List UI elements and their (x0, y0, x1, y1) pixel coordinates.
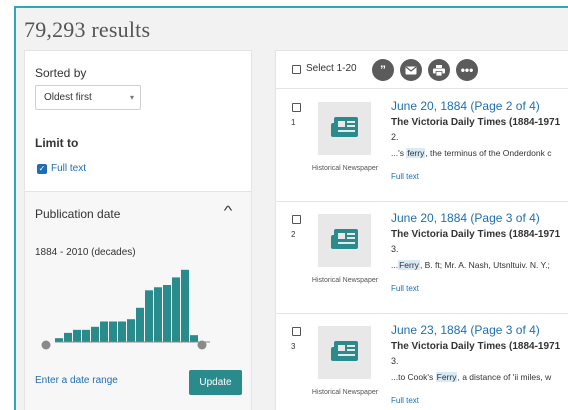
more-icon[interactable]: ••• (456, 59, 478, 81)
histogram-bar (109, 321, 117, 342)
result-source: The Victoria Daily Times (1884-1971 (391, 229, 561, 240)
email-icon[interactable] (400, 59, 422, 81)
sort-select[interactable]: Oldest first ▾ (35, 85, 141, 110)
full-text-checkbox[interactable]: ✓ (37, 163, 47, 174)
result-title-link[interactable]: June 20, 1884 (Page 2 of 4) (391, 99, 540, 113)
select-all-checkbox[interactable] (292, 65, 301, 74)
result-type-label: Historical Newspaper (311, 389, 379, 396)
results-panel: Select 1-20 ” ••• 1 Historical Newspaper… (275, 50, 568, 410)
update-button[interactable]: Update (189, 370, 242, 395)
result-issue: 2. (391, 132, 399, 142)
histogram-bar (64, 332, 72, 342)
histogram-bar (172, 277, 180, 342)
chevron-up-icon[interactable]: ^ (224, 203, 233, 218)
result-issue: 3. (391, 244, 399, 254)
result-source: The Victoria Daily Times (1884-1971 (391, 117, 561, 128)
result-item: 3 Historical Newspaper June 23, 1884 (Pa… (276, 314, 568, 410)
range-slider-start-handle[interactable] (41, 340, 51, 350)
result-snippet: ...'s ferry, the terminus of the Onderdo… (391, 148, 552, 158)
histogram-bar (100, 321, 108, 342)
result-checkbox[interactable] (292, 103, 301, 112)
sorted-by-label: Sorted by (35, 66, 87, 80)
result-source: The Victoria Daily Times (1884-1971 (391, 341, 561, 352)
search-term-highlight: Ferry (398, 260, 420, 270)
publication-date-label: Publication date (35, 207, 121, 221)
range-slider-end-handle[interactable] (197, 340, 207, 350)
histogram-bar (118, 321, 126, 342)
newspaper-thumbnail[interactable] (318, 102, 371, 155)
result-issue: 3. (391, 356, 399, 366)
full-text-link[interactable]: Full text (391, 284, 419, 293)
result-number: 1 (291, 118, 296, 127)
result-checkbox[interactable] (292, 215, 301, 224)
full-text-link[interactable]: Full text (391, 172, 419, 181)
histogram-bar (136, 307, 144, 342)
histogram-bar (127, 319, 135, 342)
histogram-bar (190, 335, 198, 342)
publication-date-histogram[interactable] (35, 262, 215, 352)
result-snippet: ...to Cook's Ferry, a distance of 'ii mi… (391, 372, 552, 382)
histogram-bar (154, 287, 162, 342)
sort-select-value: Oldest first (44, 92, 92, 103)
histogram-bar (82, 329, 90, 342)
result-snippet: ...Ferry, B. ft; Mr. A. Nash, Utsnltuiv.… (391, 260, 550, 270)
result-item: 2 Historical Newspaper June 20, 1884 (Pa… (276, 202, 568, 314)
histogram-bar (163, 285, 171, 342)
result-checkbox[interactable] (292, 327, 301, 336)
search-term-highlight: ferry (406, 148, 426, 158)
enter-date-range-link[interactable]: Enter a date range (35, 375, 118, 386)
result-title-link[interactable]: June 23, 1884 (Page 3 of 4) (391, 323, 540, 337)
newspaper-icon (331, 117, 358, 137)
filter-panel: Sorted by Oldest first ▾ Limit to ✓ Full… (24, 50, 252, 410)
result-number: 3 (291, 342, 296, 351)
result-type-label: Historical Newspaper (311, 165, 379, 172)
results-count-title: 79,293 results (24, 17, 151, 42)
result-item: 1 Historical Newspaper June 20, 1884 (Pa… (276, 90, 568, 202)
full-text-filter[interactable]: ✓ Full text (37, 163, 86, 174)
result-type-label: Historical Newspaper (311, 277, 379, 284)
histogram-bar (181, 269, 189, 342)
select-range-label: Select 1-20 (306, 63, 357, 74)
histogram-bar (91, 326, 99, 342)
print-icon[interactable] (428, 59, 450, 81)
histogram-bar (55, 338, 63, 342)
newspaper-thumbnail[interactable] (318, 214, 371, 267)
result-title-link[interactable]: June 20, 1884 (Page 3 of 4) (391, 211, 540, 225)
full-text-label: Full text (51, 163, 87, 174)
full-text-link[interactable]: Full text (391, 396, 419, 405)
limit-to-label: Limit to (35, 136, 79, 150)
search-term-highlight: Ferry (435, 372, 458, 382)
histogram-bar (145, 290, 153, 342)
publication-date-section: Publication date ^ 1884 - 2010 (decades)… (25, 192, 251, 410)
newspaper-thumbnail[interactable] (318, 326, 371, 379)
chevron-down-icon: ▾ (129, 93, 134, 102)
newspaper-icon (331, 341, 358, 361)
date-range-label: 1884 - 2010 (decades) (35, 247, 136, 258)
quote-icon[interactable]: ” (372, 59, 394, 81)
result-number: 2 (291, 230, 296, 239)
newspaper-icon (331, 229, 358, 249)
results-toolbar: Select 1-20 ” ••• (276, 51, 568, 89)
histogram-bar (73, 329, 81, 342)
